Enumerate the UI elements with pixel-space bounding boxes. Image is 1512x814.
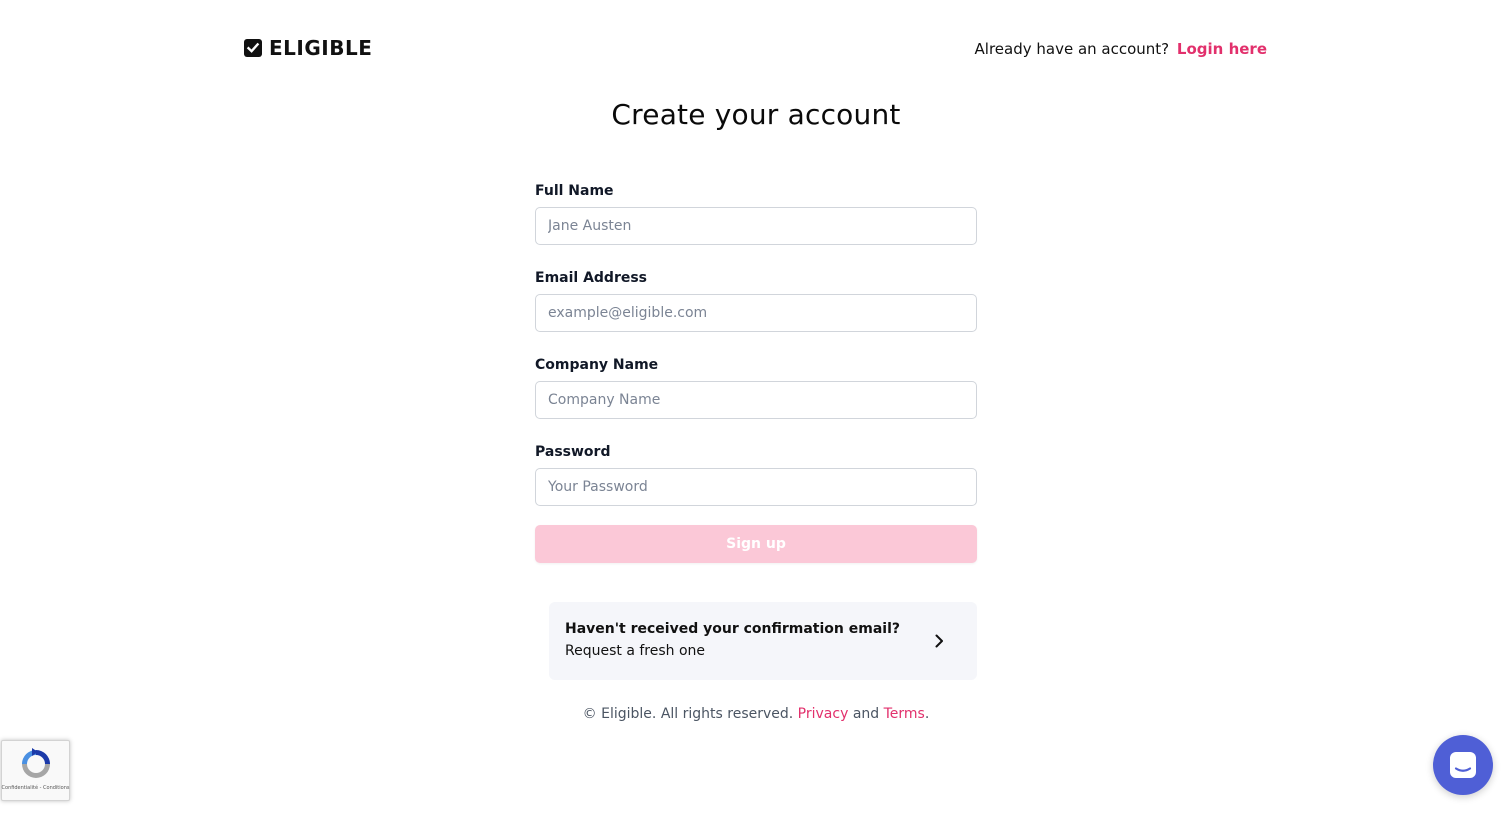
confirm-subtitle: Request a fresh one	[565, 643, 706, 659]
privacy-link[interactable]: Privacy	[798, 706, 849, 722]
logo-text: ELIGIBLE	[269, 36, 373, 60]
login-prompt: Already have an account? Login here	[975, 40, 1267, 58]
page-title: Create your account	[611, 98, 901, 131]
footer-and: and	[852, 706, 880, 722]
signup-page: ELIGIBLE Already have an account? Login …	[0, 0, 1512, 814]
login-prompt-text: Already have an account?	[974, 40, 1170, 58]
login-link[interactable]: Login here	[1177, 40, 1267, 58]
full-name-input[interactable]	[535, 207, 977, 245]
company-input[interactable]	[535, 381, 977, 419]
signup-form: Full Name Email Address Company Name Pas…	[535, 182, 977, 530]
recaptcha-icon	[21, 748, 50, 778]
confirm-text: Haven't received your confirmation email…	[565, 619, 900, 663]
email-input[interactable]	[535, 294, 977, 332]
footer: © Eligible. All rights reserved. Privacy…	[0, 706, 1512, 722]
company-label: Company Name	[535, 357, 659, 373]
chat-launcher-button[interactable]	[1433, 735, 1493, 795]
signup-button[interactable]: Sign up	[535, 525, 977, 563]
footer-period: .	[924, 706, 930, 722]
copyright-text: © Eligible. All rights reserved.	[582, 706, 794, 722]
company-field: Company Name	[535, 356, 977, 420]
password-input[interactable]	[535, 468, 977, 506]
terms-link[interactable]: Terms	[884, 706, 925, 722]
confirm-title: Haven't received your confirmation email…	[565, 621, 901, 637]
full-name-label: Full Name	[535, 183, 614, 199]
checkbox-icon	[244, 39, 262, 57]
resend-confirmation-link[interactable]: Haven't received your confirmation email…	[549, 602, 977, 680]
email-field: Email Address	[535, 269, 977, 333]
email-label: Email Address	[535, 270, 648, 286]
password-label: Password	[535, 444, 611, 460]
password-field: Password	[535, 443, 977, 507]
recaptcha-badge[interactable]: Confidentialité - Conditions	[1, 740, 70, 801]
chat-icon	[1450, 752, 1476, 778]
logo[interactable]: ELIGIBLE	[244, 36, 372, 60]
chevron-right-icon	[935, 634, 943, 648]
recaptcha-terms[interactable]: Confidentialité - Conditions	[2, 785, 70, 791]
full-name-field: Full Name	[535, 182, 977, 246]
